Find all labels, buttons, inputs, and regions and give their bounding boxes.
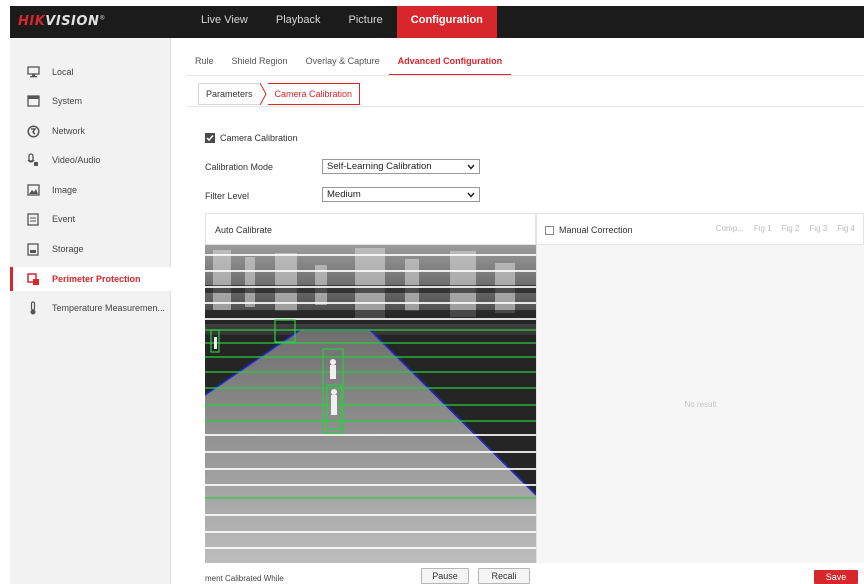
sidebar-item-system[interactable]: System xyxy=(10,89,171,113)
config-tabs: Rule Shield Region Overlay & Capture Adv… xyxy=(186,50,512,76)
sidebar-item-label: Local xyxy=(52,67,74,77)
figure-tabs: Comp... Fig 1 Fig 2 Fig 3 Fig 4 xyxy=(706,224,855,233)
camera-calibration-checkbox[interactable] xyxy=(205,133,215,143)
breadcrumb-chevron-icon xyxy=(259,83,267,105)
sidebar-item-video-audio[interactable]: Video/Audio xyxy=(10,148,171,172)
sidebar-item-label: Storage xyxy=(52,244,84,254)
chevron-down-icon xyxy=(467,192,475,198)
fig-tab-3[interactable]: Fig 3 xyxy=(809,224,827,233)
recalibrate-button[interactable]: Recali xyxy=(478,568,530,584)
sidebar-item-label: Video/Audio xyxy=(52,155,101,165)
perimeter-icon xyxy=(26,272,40,286)
nav-live-view[interactable]: Live View xyxy=(187,6,262,38)
tab-advanced-configuration[interactable]: Advanced Configuration xyxy=(388,50,512,76)
tab-shield-region[interactable]: Shield Region xyxy=(223,50,297,76)
calibration-result-area: No result xyxy=(536,245,864,563)
camera-calibration-label: Camera Calibration xyxy=(220,133,298,143)
sidebar-item-temperature[interactable]: Temperature Measuremen... xyxy=(10,296,171,320)
manual-correction-row: Manual Correction xyxy=(545,225,633,235)
image-icon xyxy=(26,183,40,197)
check-icon xyxy=(206,135,214,142)
breadcrumb-camera-calibration[interactable]: Camera Calibration xyxy=(267,83,361,105)
storage-icon xyxy=(26,242,40,256)
calibration-video-feed[interactable] xyxy=(205,245,536,563)
nav-configuration[interactable]: Configuration xyxy=(396,6,497,38)
fig-tab-2[interactable]: Fig 2 xyxy=(782,224,800,233)
filter-level-value: Medium xyxy=(327,189,361,200)
no-result-text: No result xyxy=(684,400,717,409)
sidebar-item-network[interactable]: Network xyxy=(10,119,171,143)
sidebar-item-label: Temperature Measuremen... xyxy=(52,303,166,313)
filter-level-label: Filter Level xyxy=(205,191,250,201)
fig-tab-comp[interactable]: Comp... xyxy=(716,224,744,233)
sidebar-item-local[interactable]: Local xyxy=(10,60,171,84)
tab-divider xyxy=(186,75,864,76)
fig-tab-4[interactable]: Fig 4 xyxy=(837,224,855,233)
brand-logo: HIKVISION® xyxy=(18,14,106,29)
calibration-mode-label: Calibration Mode xyxy=(205,162,274,172)
pause-button[interactable]: Pause xyxy=(421,568,469,584)
calibration-status: ment Calibrated While xyxy=(205,574,284,583)
tab-overlay-capture[interactable]: Overlay & Capture xyxy=(297,50,389,76)
thermometer-icon xyxy=(26,301,40,315)
nav-playback[interactable]: Playback xyxy=(262,6,335,38)
manual-correction-header: Manual Correction Comp... Fig 1 Fig 2 Fi… xyxy=(536,213,864,245)
camera-calibration-row: Camera Calibration xyxy=(205,133,298,143)
event-icon xyxy=(26,212,40,226)
save-button[interactable]: Save xyxy=(814,570,858,584)
calibration-mode-select[interactable]: Self-Learning Calibration xyxy=(322,159,480,174)
calibration-mode-value: Self-Learning Calibration xyxy=(327,161,432,172)
breadcrumb: Parameters Camera Calibration xyxy=(198,83,361,105)
sidebar-item-label: Event xyxy=(52,214,76,224)
chevron-down-icon xyxy=(467,164,475,170)
main-nav: Live View Playback Picture Configuration xyxy=(187,6,497,38)
breadcrumb-divider xyxy=(186,106,864,107)
sidebar-item-label: Image xyxy=(52,185,78,195)
top-bar: HIKVISION® Live View Playback Picture Co… xyxy=(10,6,864,38)
monitor-icon xyxy=(26,65,40,79)
manual-correction-label: Manual Correction xyxy=(559,225,633,235)
sidebar-item-label: Network xyxy=(52,126,86,136)
auto-calibrate-title: Auto Calibrate xyxy=(215,225,273,235)
tab-rule[interactable]: Rule xyxy=(186,50,223,76)
breadcrumb-parameters[interactable]: Parameters xyxy=(198,83,260,105)
sidebar-item-event[interactable]: Event xyxy=(10,207,171,231)
network-icon xyxy=(26,124,40,138)
sidebar: Local System Network Video/Audio Image E… xyxy=(10,38,171,584)
sidebar-item-label: System xyxy=(52,96,83,106)
video-audio-icon xyxy=(26,153,40,167)
nav-picture[interactable]: Picture xyxy=(335,6,397,38)
sidebar-item-perimeter-protection[interactable]: Perimeter Protection xyxy=(10,267,171,291)
filter-level-select[interactable]: Medium xyxy=(322,187,480,202)
sidebar-item-image[interactable]: Image xyxy=(10,178,171,202)
manual-correction-checkbox[interactable] xyxy=(545,225,554,235)
system-icon xyxy=(26,94,40,108)
calibration-scene xyxy=(205,245,536,563)
sidebar-item-storage[interactable]: Storage xyxy=(10,237,171,261)
fig-tab-1[interactable]: Fig 1 xyxy=(754,224,772,233)
auto-calibrate-header: Auto Calibrate xyxy=(205,213,536,245)
sidebar-item-label: Perimeter Protection xyxy=(52,274,141,284)
